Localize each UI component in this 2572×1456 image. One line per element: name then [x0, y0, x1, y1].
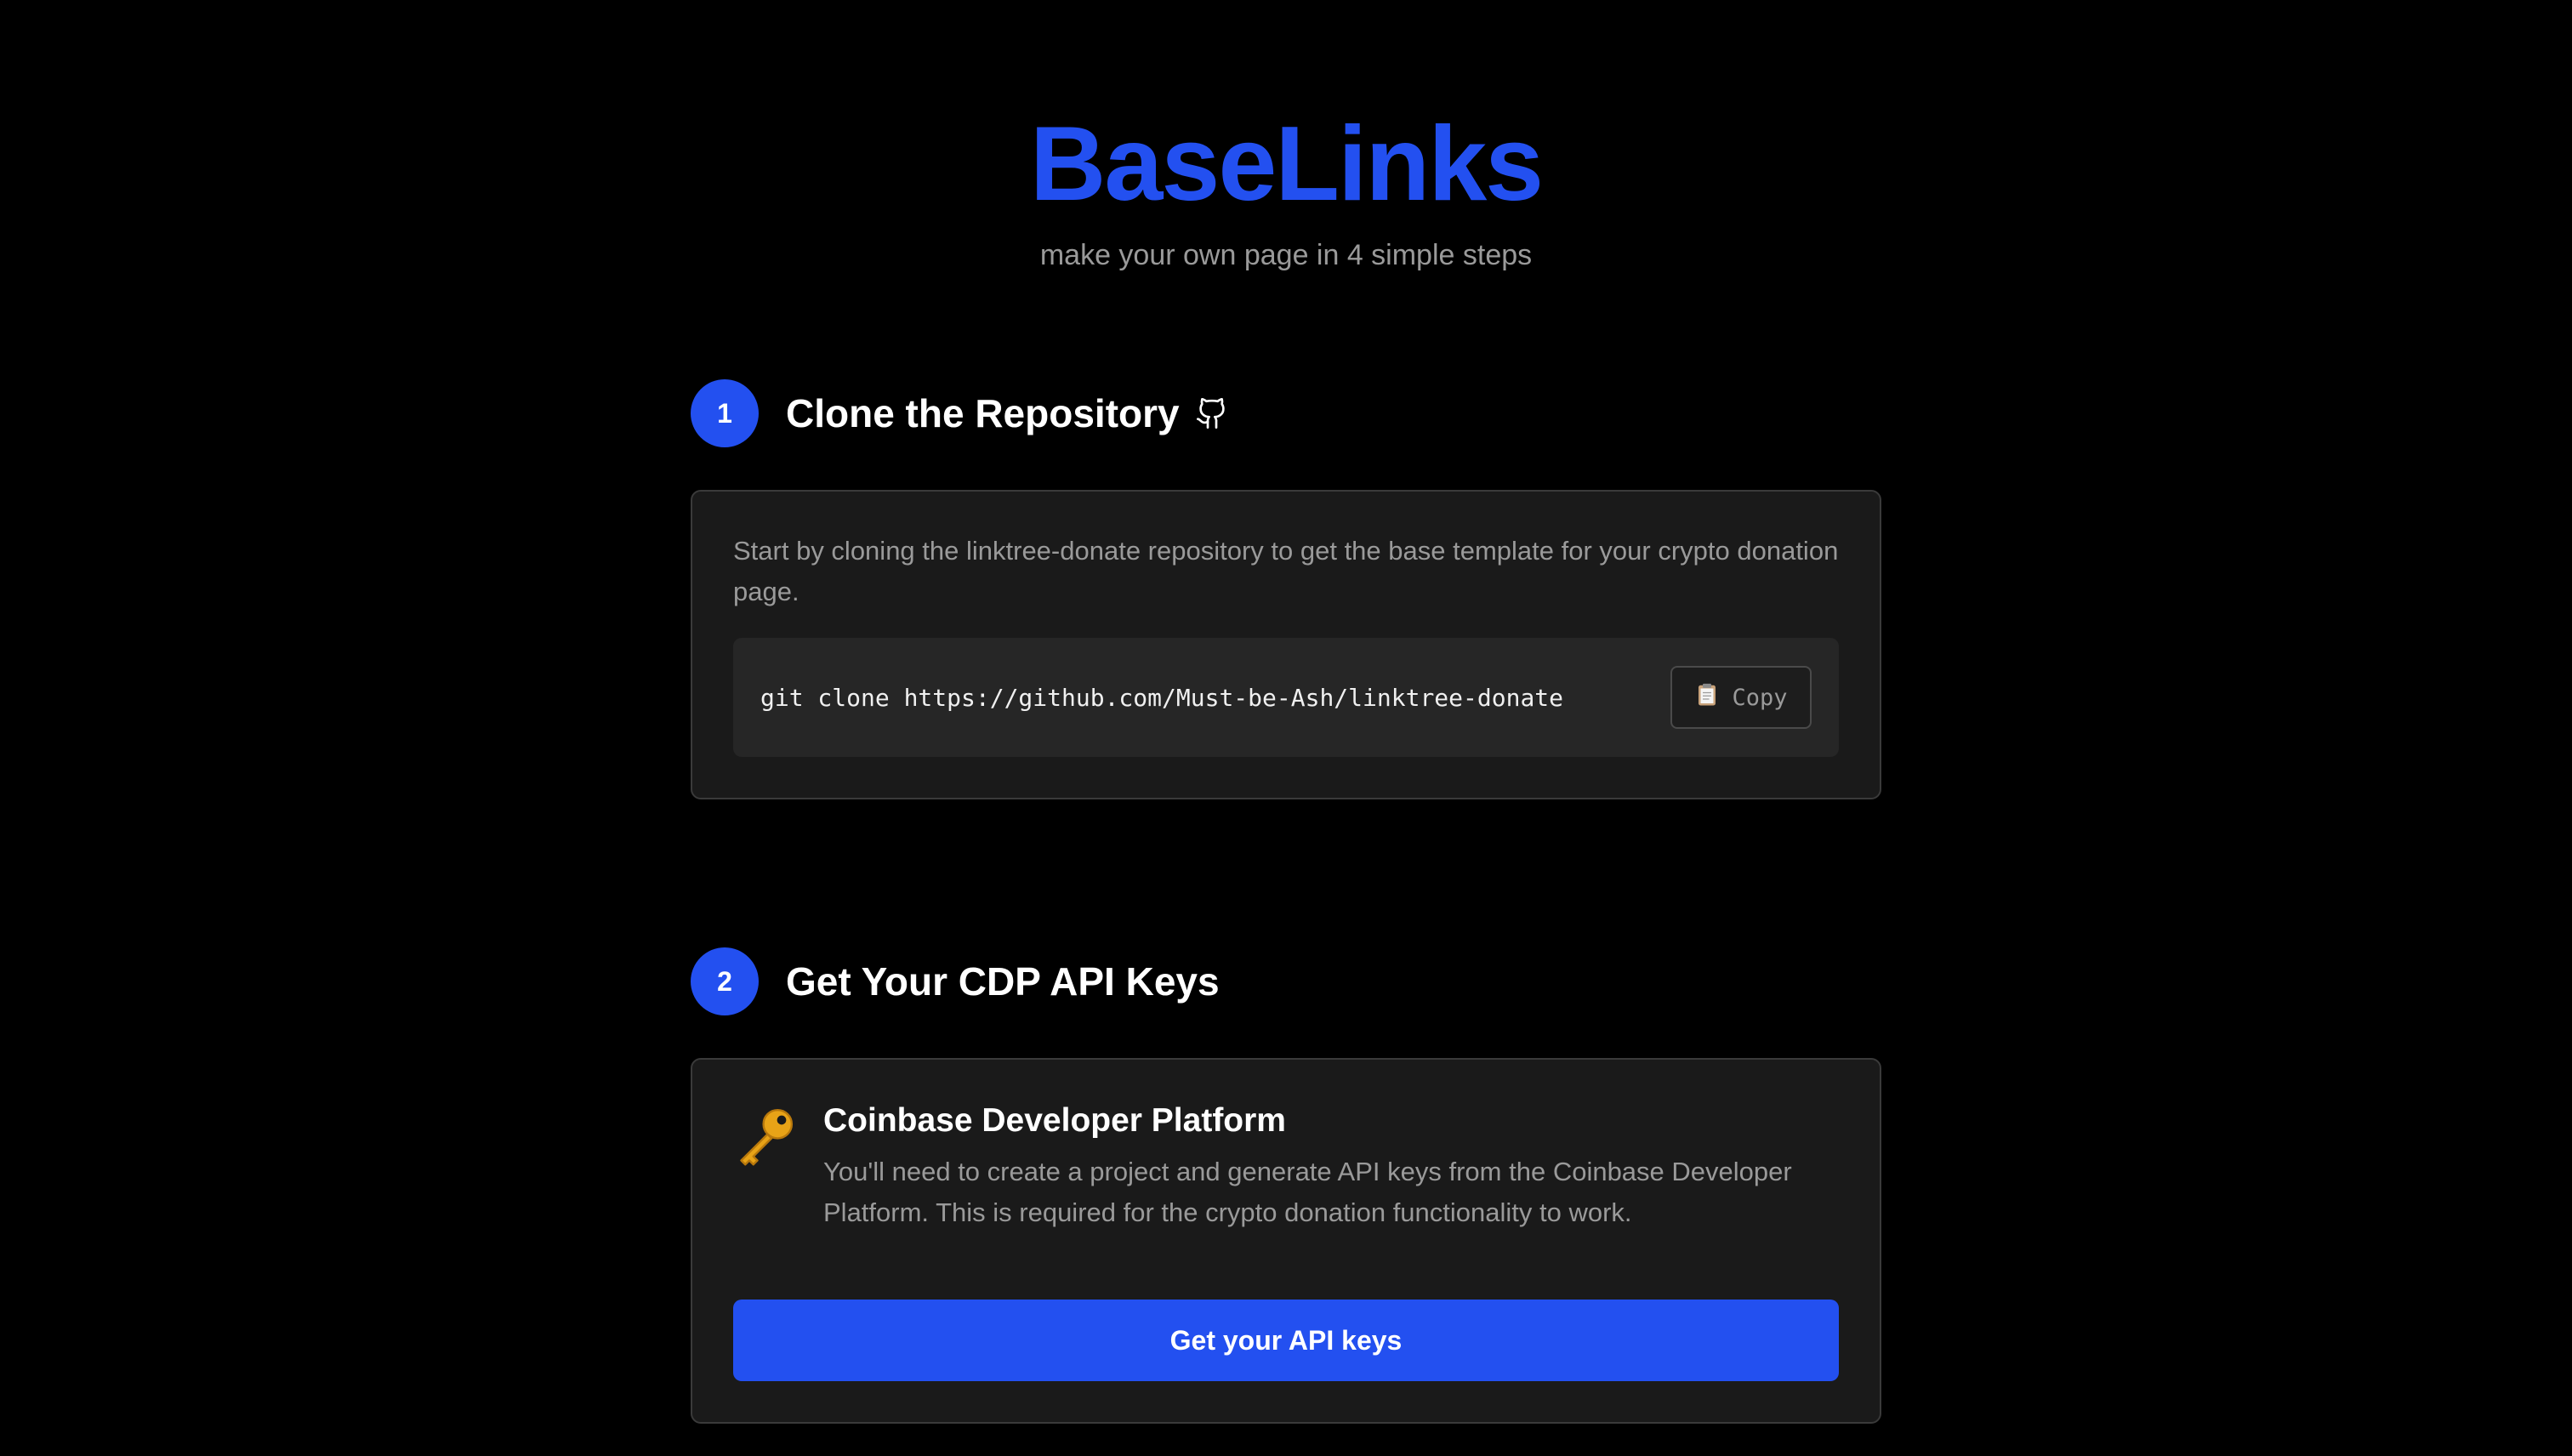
step-1-header: 1 Clone the Repository	[691, 379, 1881, 447]
copy-button[interactable]: Copy	[1670, 666, 1812, 729]
step-title: Get Your CDP API Keys	[786, 959, 1220, 1004]
step-number-badge: 2	[691, 947, 759, 1015]
page-subtitle: make your own page in 4 simple steps	[1039, 239, 1533, 271]
step-number-badge: 1	[691, 379, 759, 447]
github-icon	[1195, 396, 1229, 430]
step-title: Clone the Repository	[786, 391, 1180, 435]
platform-title: Coinbase Developer Platform	[823, 1102, 1286, 1139]
platform-text: Coinbase Developer Platform You'll need …	[823, 1099, 1839, 1233]
step-2-header: 2 Get Your CDP API Keys	[691, 947, 1881, 1015]
hero-header: BaseLinks make your own page in 4 simple…	[0, 100, 2572, 274]
page: BaseLinks make your own page in 4 simple…	[0, 0, 2572, 1456]
step-2: 2 Get Your CDP API Keys Coinbase Develop…	[691, 947, 1881, 1424]
code-block: git clone https://github.com/Must-be-Ash…	[733, 638, 1839, 757]
key-icon	[733, 1104, 798, 1169]
platform-description: You'll need to create a project and gene…	[823, 1157, 1792, 1227]
step-2-card: Coinbase Developer Platform You'll need …	[691, 1058, 1881, 1424]
page-title: BaseLinks	[1029, 105, 1544, 223]
get-api-keys-button[interactable]: Get your API keys	[733, 1300, 1839, 1381]
step-description: Start by cloning the linktree-donate rep…	[733, 536, 1839, 606]
step-1-card: Start by cloning the linktree-donate rep…	[691, 490, 1881, 799]
clipboard-icon	[1694, 682, 1720, 714]
platform-info: Coinbase Developer Platform You'll need …	[733, 1099, 1839, 1233]
steps-container: 1 Clone the Repository Start by cloning …	[691, 379, 1881, 1424]
step-1: 1 Clone the Repository Start by cloning …	[691, 379, 1881, 799]
copy-button-label: Copy	[1732, 684, 1788, 711]
clone-command[interactable]: git clone https://github.com/Must-be-Ash…	[760, 684, 1563, 712]
